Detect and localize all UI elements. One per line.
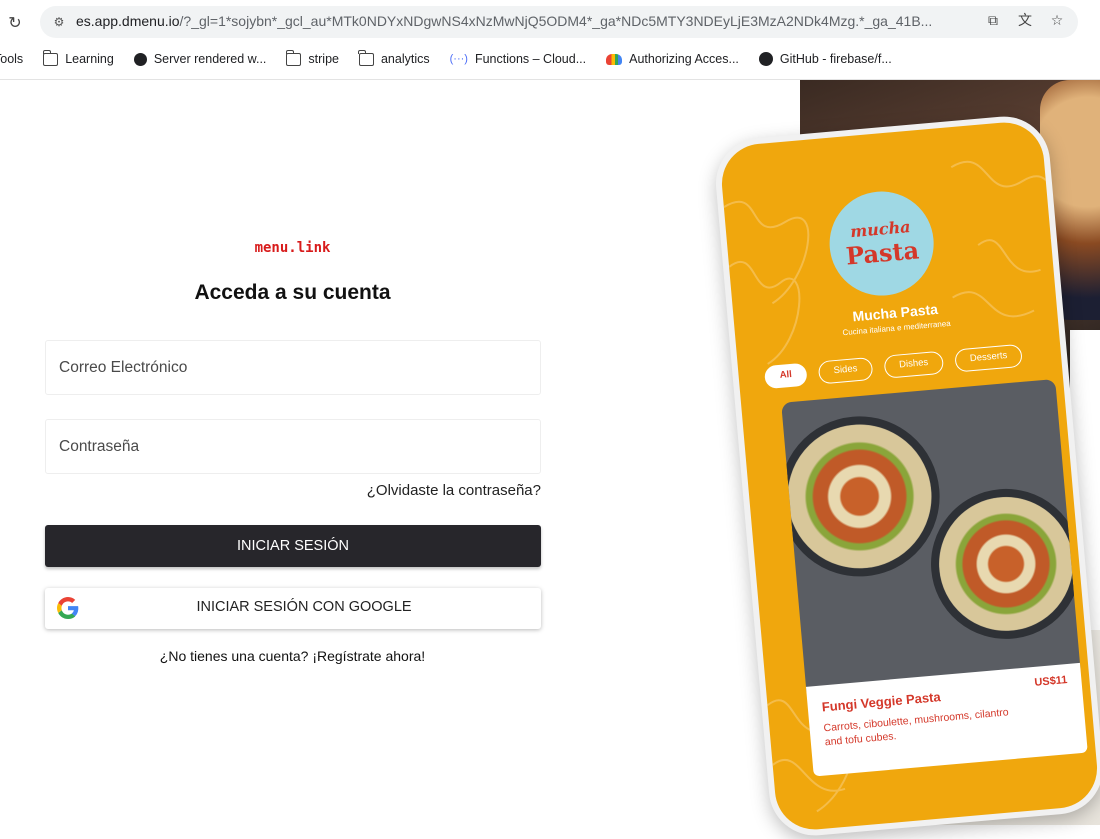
email-field[interactable]: [45, 340, 541, 395]
dish-name: Fungi Veggie Pasta: [821, 689, 942, 715]
folder-icon: [42, 49, 59, 66]
signup-link[interactable]: ¿No tienes una cuenta? ¡Regístrate ahora…: [0, 648, 585, 664]
install-app-icon[interactable]: ⧉: [984, 12, 1002, 30]
pasta-bowl-image: [781, 409, 947, 584]
chip-all: All: [763, 362, 808, 390]
github-icon: [758, 52, 773, 66]
bookmarks-bar: Tools Learning Server rendered w... stri…: [0, 48, 1100, 70]
phone-mockup: mucha Pasta Mucha Pasta Cucina italiana …: [712, 112, 1100, 839]
google-cloud-icon: [606, 53, 623, 65]
dish-price: US$11: [1033, 674, 1068, 689]
bookmark-authorizing[interactable]: Authorizing Acces...: [606, 52, 739, 66]
address-bar[interactable]: ⚙ es.app.dmenu.io/?_gl=1*sojybn*_gcl_au*…: [40, 6, 1078, 38]
bookmark-label: GitHub - firebase/f...: [779, 52, 892, 66]
bookmark-analytics[interactable]: analytics: [358, 49, 430, 66]
bookmark-learning[interactable]: Learning: [42, 49, 114, 66]
bookmark-stripe[interactable]: stripe: [285, 49, 339, 66]
bookmark-label: Tools: [0, 52, 24, 66]
omnibox-actions: ⧉ 文 ☆: [984, 12, 1066, 30]
pasta-bowl-image: [924, 482, 1081, 646]
site-info-icon[interactable]: ⚙: [50, 13, 68, 31]
logo-line-2: Pasta: [844, 235, 921, 271]
reload-icon[interactable]: ↻: [4, 12, 26, 34]
bookmark-label: stripe: [308, 52, 339, 66]
functions-icon: (···): [449, 53, 468, 65]
browser-chrome: ↻ ⚙ es.app.dmenu.io/?_gl=1*sojybn*_gcl_a…: [0, 0, 1100, 80]
bookmark-label: Authorizing Acces...: [629, 52, 739, 66]
page-title: Acceda a su cuenta: [194, 281, 391, 304]
bookmark-github[interactable]: GitHub - firebase/f...: [758, 52, 892, 66]
login-button[interactable]: INICIAR SESIÓN: [45, 525, 541, 567]
bookmark-label: analytics: [380, 52, 430, 66]
bookmark-label: Server rendered w...: [153, 52, 267, 66]
globe-icon: [133, 52, 147, 66]
password-field[interactable]: [45, 419, 541, 474]
google-login-button[interactable]: INICIAR SESIÓN CON GOOGLE: [45, 588, 541, 629]
folder-icon: [285, 49, 302, 66]
url-text[interactable]: es.app.dmenu.io/?_gl=1*sojybn*_gcl_au*MT…: [76, 13, 976, 29]
folder-icon: [358, 49, 374, 66]
forgot-password-link[interactable]: ¿Olvidaste la contraseña?: [45, 482, 541, 499]
bookmark-label: Learning: [65, 52, 114, 66]
bookmark-server-rendered[interactable]: Server rendered w...: [133, 52, 267, 66]
bookmark-label: Functions – Cloud...: [474, 52, 587, 66]
bookmark-functions[interactable]: (···) Functions – Cloud...: [450, 52, 587, 66]
url-path: /?_gl=1*sojybn*_gcl_au*MTk0NDYxNDgwNS4xN…: [179, 13, 933, 29]
google-button-label: INICIAR SESIÓN CON GOOGLE: [196, 599, 412, 615]
bookmark-tools[interactable]: Tools: [0, 52, 23, 66]
bookmark-star-icon[interactable]: ☆: [1048, 12, 1066, 30]
translate-icon[interactable]: 文: [1016, 12, 1034, 30]
url-host: es.app.dmenu.io: [76, 13, 180, 29]
chip-sides: Sides: [817, 356, 874, 385]
brand-logo: menu.link: [254, 240, 331, 256]
dish-photo: [781, 378, 1081, 692]
